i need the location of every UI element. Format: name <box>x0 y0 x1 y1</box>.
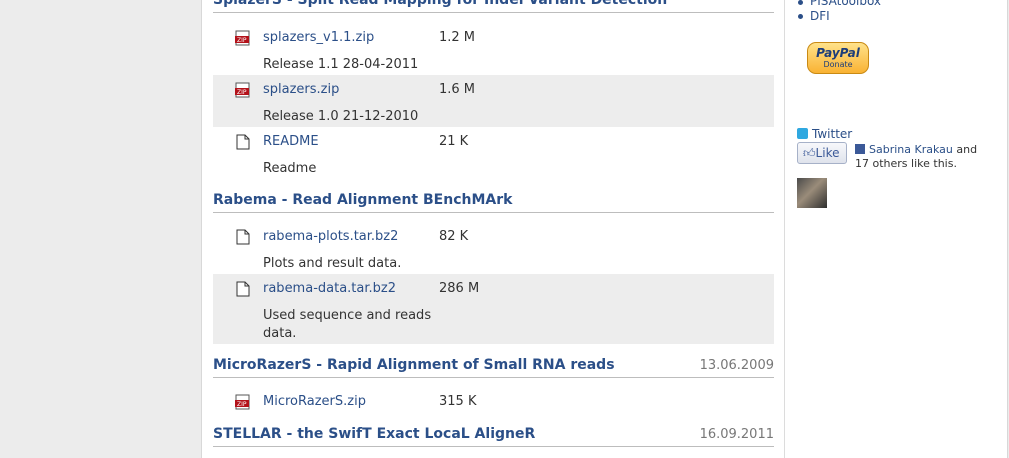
bullet-icon <box>798 0 803 5</box>
facebook-icon <box>855 144 865 154</box>
file-link[interactable]: splazers_v1.1.zip <box>263 30 374 45</box>
like-label: Like <box>815 146 840 160</box>
paypal-logo: PayPal <box>816 46 860 60</box>
file-size: 286 M <box>439 281 480 296</box>
section-title-rabema[interactable]: Rabema - Read Alignment BEnchMArk <box>213 192 512 208</box>
file-size: 1.6 M <box>439 82 476 97</box>
downloads-column: SplazerS - Split Read Mapping for Indel … <box>213 0 774 458</box>
section-header: STELLAR - the SwifT Exact LocaL AligneR … <box>213 424 774 447</box>
sidebar: PISAtoolbox DFI PayPal Donate Twitter 👍︎… <box>784 0 1007 458</box>
svg-text:ZIP: ZIP <box>237 401 247 408</box>
section-date: 13.06.2009 <box>699 358 774 373</box>
file-description: Release 1.1 28-04-2011 <box>263 57 419 72</box>
sidebar-link-dfi[interactable]: DFI <box>810 9 830 23</box>
avatar[interactable] <box>797 178 827 208</box>
document-icon <box>235 134 250 150</box>
thumbs-up-icon: 👍︎ <box>803 146 816 160</box>
paypal-donate-button[interactable]: PayPal Donate <box>807 42 869 74</box>
sidebar-link-pisatoolbox[interactable]: PISAtoolbox <box>810 0 881 8</box>
section-header: Rabema - Read Alignment BEnchMArk <box>213 190 774 213</box>
like-button[interactable]: 👍︎Like <box>797 142 847 164</box>
zip-icon: ZIP <box>235 394 250 410</box>
file-row: ZIP splazers.zip 1.6 M Release 1.0 21-12… <box>213 75 774 127</box>
like-summary: Sabrina Krakau and 17 others like this. <box>855 143 995 171</box>
file-row: rabema-data.tar.bz2 286 M Used sequence … <box>213 274 774 344</box>
like-and: and <box>956 143 978 156</box>
file-row: rabema-plots.tar.bz2 82 K Plots and resu… <box>213 222 774 274</box>
file-size: 21 K <box>439 134 469 149</box>
file-size: 82 K <box>439 229 469 244</box>
bullet-icon <box>798 14 803 19</box>
document-icon <box>235 281 250 297</box>
section-date: 16.09.2011 <box>699 427 774 442</box>
donate-label: Donate <box>823 60 853 69</box>
section-header: MicroRazerS - Rapid Alignment of Small R… <box>213 355 774 378</box>
section-title-splazers[interactable]: SplazerS - Split Read Mapping for Indel … <box>213 0 667 8</box>
file-row: ZIP splazers_v1.1.zip 1.2 M Release 1.1 … <box>213 23 774 75</box>
section-header: SplazerS - Split Read Mapping for Indel … <box>213 0 774 13</box>
file-link[interactable]: rabema-plots.tar.bz2 <box>263 229 398 244</box>
zip-icon: ZIP <box>235 82 250 98</box>
twitter-label: Twitter <box>812 127 853 141</box>
file-row: README 21 K Readme <box>213 127 774 179</box>
page-content: SplazerS - Split Read Mapping for Indel … <box>201 0 1008 458</box>
svg-text:ZIP: ZIP <box>237 89 247 96</box>
zip-icon: ZIP <box>235 30 250 46</box>
liker-name[interactable]: Sabrina Krakau <box>869 143 953 156</box>
file-link[interactable]: rabema-data.tar.bz2 <box>263 281 396 296</box>
twitter-link[interactable]: Twitter <box>797 127 852 141</box>
file-description: Plots and result data. <box>263 256 402 271</box>
file-link[interactable]: README <box>263 134 319 149</box>
twitter-icon <box>797 128 808 139</box>
file-description: Used sequence and reads data. <box>263 308 432 341</box>
file-description: Readme <box>263 161 317 176</box>
svg-text:ZIP: ZIP <box>237 37 247 44</box>
file-size: 315 K <box>439 394 477 409</box>
file-row: ZIP MicroRazerS.zip 315 K <box>213 387 774 417</box>
file-size: 1.2 M <box>439 30 476 45</box>
document-icon <box>235 229 250 245</box>
section-title-microrazers[interactable]: MicroRazerS - Rapid Alignment of Small R… <box>213 357 615 373</box>
file-link[interactable]: MicroRazerS.zip <box>263 394 366 409</box>
like-others: 17 others like this. <box>855 157 957 170</box>
section-title-stellar[interactable]: STELLAR - the SwifT Exact LocaL AligneR <box>213 426 535 442</box>
file-link[interactable]: splazers.zip <box>263 82 339 97</box>
file-description: Release 1.0 21-12-2010 <box>263 109 419 124</box>
